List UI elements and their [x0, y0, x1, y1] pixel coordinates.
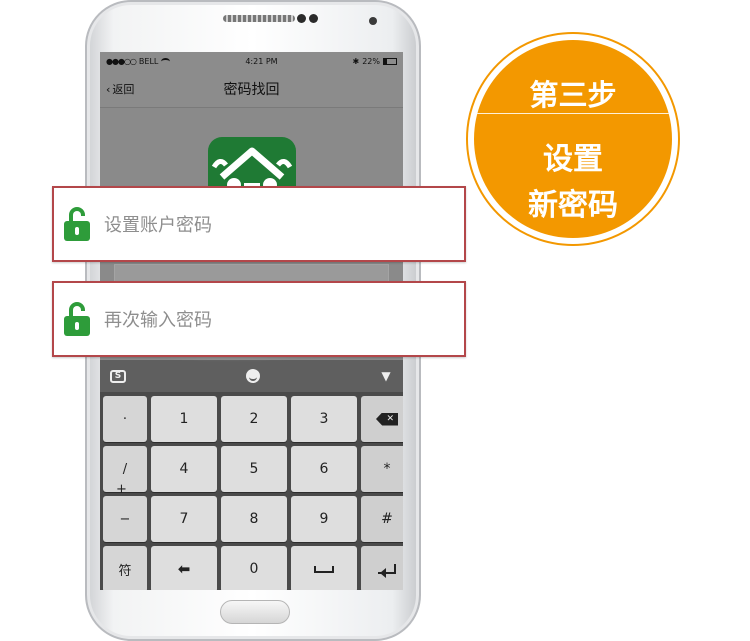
numeric-keypad: · 1 2 3 ✕ / 4 5 6 * − 7 8 9 # 符 ⬅ 0	[100, 392, 403, 590]
key-7[interactable]: 7	[151, 496, 217, 542]
step-badge: 第三步 设置 新密码	[474, 40, 672, 238]
confirm-password-input[interactable]: 再次输入密码	[52, 281, 466, 357]
left-arrow-key[interactable]: ⬅	[151, 546, 217, 590]
key-symbols[interactable]: 符	[103, 546, 147, 590]
page-title: 密码找回	[223, 81, 280, 98]
left-arrow-icon: ⬅	[177, 560, 191, 578]
space-icon	[314, 565, 334, 573]
nav-bar: ‹ 返回 密码找回	[100, 70, 403, 108]
key-plus-label: +	[116, 482, 127, 497]
key-6[interactable]: 6	[291, 446, 357, 492]
key-asterisk[interactable]: *	[361, 446, 403, 492]
confirm-password-placeholder: 再次输入密码	[104, 310, 212, 331]
key-2[interactable]: 2	[221, 396, 287, 442]
key-4[interactable]: 4	[151, 446, 217, 492]
emoji-icon[interactable]	[245, 369, 260, 383]
step-label: 第三步	[529, 78, 617, 112]
back-button[interactable]: ‹ 返回	[106, 81, 134, 97]
key-minus[interactable]: −	[103, 496, 147, 542]
password-input[interactable]: 设置账户密码	[52, 186, 466, 262]
front-camera-icon	[369, 17, 377, 25]
battery-icon	[383, 57, 397, 65]
step-title-line1: 设置	[543, 142, 603, 177]
step-title-line2: 新密码	[528, 188, 618, 223]
enter-key[interactable]	[361, 546, 403, 590]
key-5[interactable]: 5	[221, 446, 287, 492]
back-label: 返回	[112, 83, 135, 96]
badge-divider	[474, 113, 672, 114]
battery-percent: 22%	[362, 56, 380, 66]
backspace-icon: ✕	[376, 412, 398, 426]
key-8[interactable]: 8	[221, 496, 287, 542]
unlock-icon	[64, 207, 90, 241]
unlock-icon	[64, 302, 90, 336]
clock: 4:21 PM	[245, 56, 278, 66]
key-9[interactable]: 9	[291, 496, 357, 542]
password-placeholder: 设置账户密码	[104, 215, 212, 236]
carrier-label: BELL	[138, 56, 159, 66]
key-hash[interactable]: #	[361, 496, 403, 542]
bluetooth-icon: ✱	[352, 56, 360, 66]
wifi-icon	[161, 57, 171, 65]
key-3[interactable]: 3	[291, 396, 357, 442]
hide-keyboard-icon[interactable]: ▼	[379, 369, 393, 383]
chevron-left-icon: ‹	[106, 82, 111, 96]
stage: ●●●○○ BELL 4:21 PM ✱ 22% ‹ 返回 密码找回 S ▼ ·…	[0, 0, 750, 641]
sensor-icon	[297, 14, 306, 23]
key-dot[interactable]: ·	[103, 396, 147, 442]
speaker-grille	[223, 15, 295, 22]
key-1[interactable]: 1	[151, 396, 217, 442]
enter-icon	[378, 564, 396, 578]
sogou-icon[interactable]: S	[110, 369, 126, 383]
sensor-icon	[309, 14, 318, 23]
home-button[interactable]	[220, 600, 290, 624]
backspace-key[interactable]: ✕	[361, 396, 403, 442]
space-key[interactable]	[291, 546, 357, 590]
signal-icon: ●●●○○	[106, 56, 137, 66]
key-0[interactable]: 0	[221, 546, 287, 590]
status-bar: ●●●○○ BELL 4:21 PM ✱ 22%	[100, 52, 403, 70]
